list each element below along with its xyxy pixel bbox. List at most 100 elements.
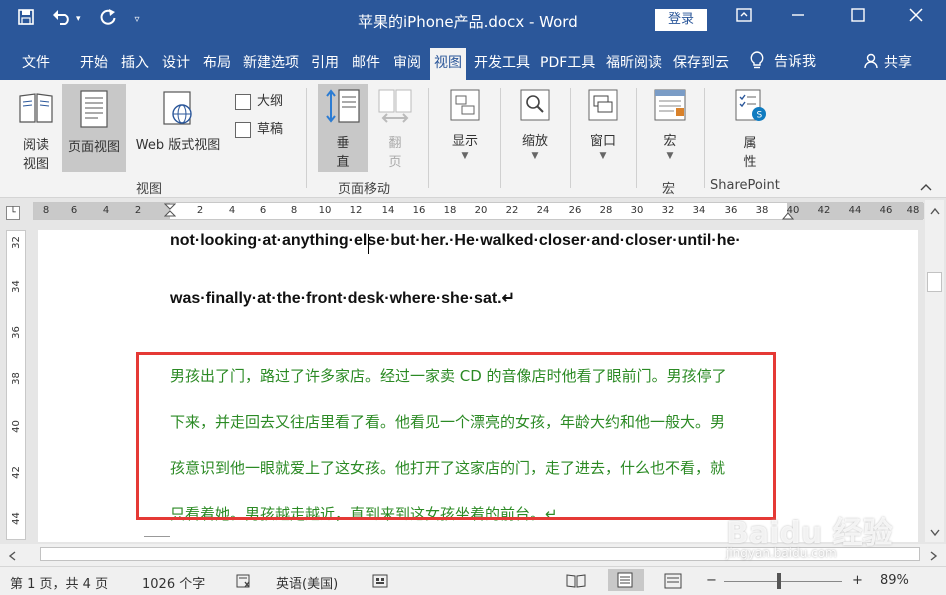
ruler-tick: 2 bbox=[196, 205, 204, 216]
flip-label-1: 翻 bbox=[388, 136, 402, 151]
close-icon[interactable] bbox=[896, 8, 936, 26]
maximize-icon[interactable] bbox=[838, 8, 878, 26]
person-icon bbox=[864, 53, 880, 73]
group-separator bbox=[428, 88, 429, 188]
horizontal-ruler[interactable]: 8 6 4 2 2 4 6 8 10 12 14 16 18 20 22 24 … bbox=[33, 202, 924, 220]
zoom-label: 缩放 bbox=[521, 134, 548, 149]
macro-label: 宏 bbox=[663, 134, 677, 149]
vruler-tick: 36 bbox=[10, 326, 22, 339]
zoom-slider-thumb[interactable] bbox=[777, 573, 781, 589]
scroll-left-icon[interactable] bbox=[8, 550, 16, 565]
ruler-tick: 6 bbox=[259, 205, 267, 216]
ruler-tick: 42 bbox=[817, 205, 831, 216]
read-view-button[interactable]: 阅读 视图 bbox=[14, 90, 58, 172]
web-view-button[interactable]: Web 版式视图 bbox=[128, 90, 228, 153]
tab-insert[interactable]: 插入 bbox=[121, 52, 149, 72]
chevron-down-icon: ▼ bbox=[599, 151, 607, 161]
read-mode-icon[interactable] bbox=[566, 573, 586, 593]
page-view-button[interactable]: 页面视图 bbox=[62, 84, 126, 172]
tab-layout[interactable]: 布局 bbox=[203, 52, 231, 72]
chevron-down-icon: ▼ bbox=[531, 151, 539, 161]
ruler-tick: 24 bbox=[536, 205, 550, 216]
print-layout-icon[interactable] bbox=[608, 569, 644, 591]
tab-view[interactable]: 视图 bbox=[430, 48, 466, 80]
draft-icon bbox=[235, 121, 251, 138]
tab-new-options[interactable]: 新建选项 bbox=[243, 52, 299, 72]
zoom-in-button[interactable]: + bbox=[852, 573, 863, 588]
document-page[interactable]: not·looking·at·anything·else·but·her.·He… bbox=[38, 230, 918, 542]
ruler-tick: 10 bbox=[318, 205, 332, 216]
tab-home[interactable]: 开始 bbox=[80, 52, 108, 72]
ruler-tick: 20 bbox=[474, 205, 488, 216]
web-layout-icon[interactable] bbox=[664, 573, 682, 593]
group-view-label: 视图 bbox=[136, 182, 163, 197]
outline-button[interactable]: 大纲 bbox=[235, 90, 283, 110]
window-button[interactable]: 窗口 ▼ bbox=[578, 88, 628, 161]
outline-label: 大纲 bbox=[257, 94, 284, 109]
ruler-tick: 44 bbox=[848, 205, 862, 216]
vertical-scrollbar[interactable] bbox=[925, 200, 944, 542]
tell-me-label: 告诉我 bbox=[774, 54, 816, 70]
show-label: 显示 bbox=[451, 134, 478, 149]
tab-references[interactable]: 引用 bbox=[311, 52, 339, 72]
chevron-down-icon[interactable]: ▾ bbox=[76, 14, 81, 24]
macro-button[interactable]: 宏 ▼ bbox=[648, 88, 692, 161]
tab-foxit[interactable]: 福昕阅读 bbox=[606, 52, 662, 72]
group-separator bbox=[570, 88, 571, 188]
scroll-up-icon[interactable] bbox=[930, 204, 940, 219]
draft-button[interactable]: 草稿 bbox=[235, 118, 283, 138]
flip-page-button[interactable]: 翻 页 bbox=[374, 88, 416, 170]
ruler-tick: 8 bbox=[42, 205, 50, 216]
tab-mailings[interactable]: 邮件 bbox=[352, 52, 380, 72]
collapse-ribbon-icon[interactable] bbox=[920, 180, 932, 194]
show-button[interactable]: 显示 ▼ bbox=[440, 88, 490, 161]
tab-pdf-tools[interactable]: PDF工具 bbox=[540, 52, 595, 72]
language-indicator[interactable]: 英语(美国) bbox=[276, 573, 338, 592]
right-indent-marker-icon[interactable] bbox=[781, 209, 795, 224]
scroll-right-icon[interactable] bbox=[930, 550, 938, 565]
save-icon[interactable] bbox=[18, 9, 34, 29]
tab-review[interactable]: 审阅 bbox=[393, 52, 421, 72]
page-view-label: 页面视图 bbox=[67, 140, 120, 155]
ruler-tick: 34 bbox=[692, 205, 706, 216]
vruler-tick: 42 bbox=[10, 466, 22, 479]
zoom-button[interactable]: 缩放 ▼ bbox=[510, 88, 560, 161]
macro-icon bbox=[648, 88, 692, 126]
tab-save-cloud[interactable]: 保存到云 bbox=[673, 52, 729, 72]
proofing-icon[interactable] bbox=[236, 573, 254, 593]
customize-qat-icon[interactable]: ▿ bbox=[135, 14, 140, 25]
window-icon bbox=[578, 88, 628, 126]
word-count[interactable]: 1026 个字 bbox=[142, 573, 205, 592]
draft-label: 草稿 bbox=[257, 122, 284, 137]
web-view-label: Web 版式视图 bbox=[135, 138, 221, 153]
tab-design[interactable]: 设计 bbox=[162, 52, 190, 72]
vertical-pages-icon bbox=[318, 88, 368, 128]
vertical-ruler[interactable]: 32 34 36 38 40 42 44 bbox=[6, 230, 26, 540]
vertical-scroll-button[interactable]: 垂 直 bbox=[318, 84, 368, 172]
indent-marker-icon[interactable] bbox=[163, 203, 177, 225]
tab-selector[interactable]: └ bbox=[6, 206, 20, 220]
zoom-out-button[interactable]: − bbox=[706, 573, 717, 588]
login-button[interactable]: 登录 bbox=[655, 9, 707, 31]
vertical-label-2: 直 bbox=[336, 155, 350, 170]
vertical-scroll-thumb[interactable] bbox=[927, 272, 942, 292]
scroll-down-icon[interactable] bbox=[930, 526, 940, 541]
page-count[interactable]: 第 1 页，共 4 页 bbox=[10, 573, 108, 592]
vruler-tick: 34 bbox=[10, 280, 22, 293]
tab-developer[interactable]: 开发工具 bbox=[474, 52, 530, 72]
properties-button[interactable]: S 属 性 bbox=[728, 88, 772, 170]
tab-file[interactable]: 文件 bbox=[22, 52, 50, 72]
ruler-tick: 12 bbox=[349, 205, 363, 216]
minimize-icon[interactable] bbox=[778, 8, 818, 26]
english-line-1: not·looking·at·anything·else·but·her.·He… bbox=[170, 232, 741, 249]
undo-icon[interactable] bbox=[52, 9, 72, 29]
tell-me[interactable]: 告诉我 bbox=[750, 51, 816, 73]
vruler-tick: 38 bbox=[10, 372, 22, 385]
zoom-level[interactable]: 89% bbox=[880, 573, 909, 588]
macro-record-icon[interactable] bbox=[372, 573, 388, 593]
ruler-tick: 30 bbox=[630, 205, 644, 216]
ribbon-display-icon[interactable] bbox=[724, 8, 764, 26]
zoom-slider[interactable] bbox=[724, 581, 842, 582]
share-button[interactable]: 共享 bbox=[864, 52, 912, 73]
redo-icon[interactable] bbox=[99, 8, 117, 30]
